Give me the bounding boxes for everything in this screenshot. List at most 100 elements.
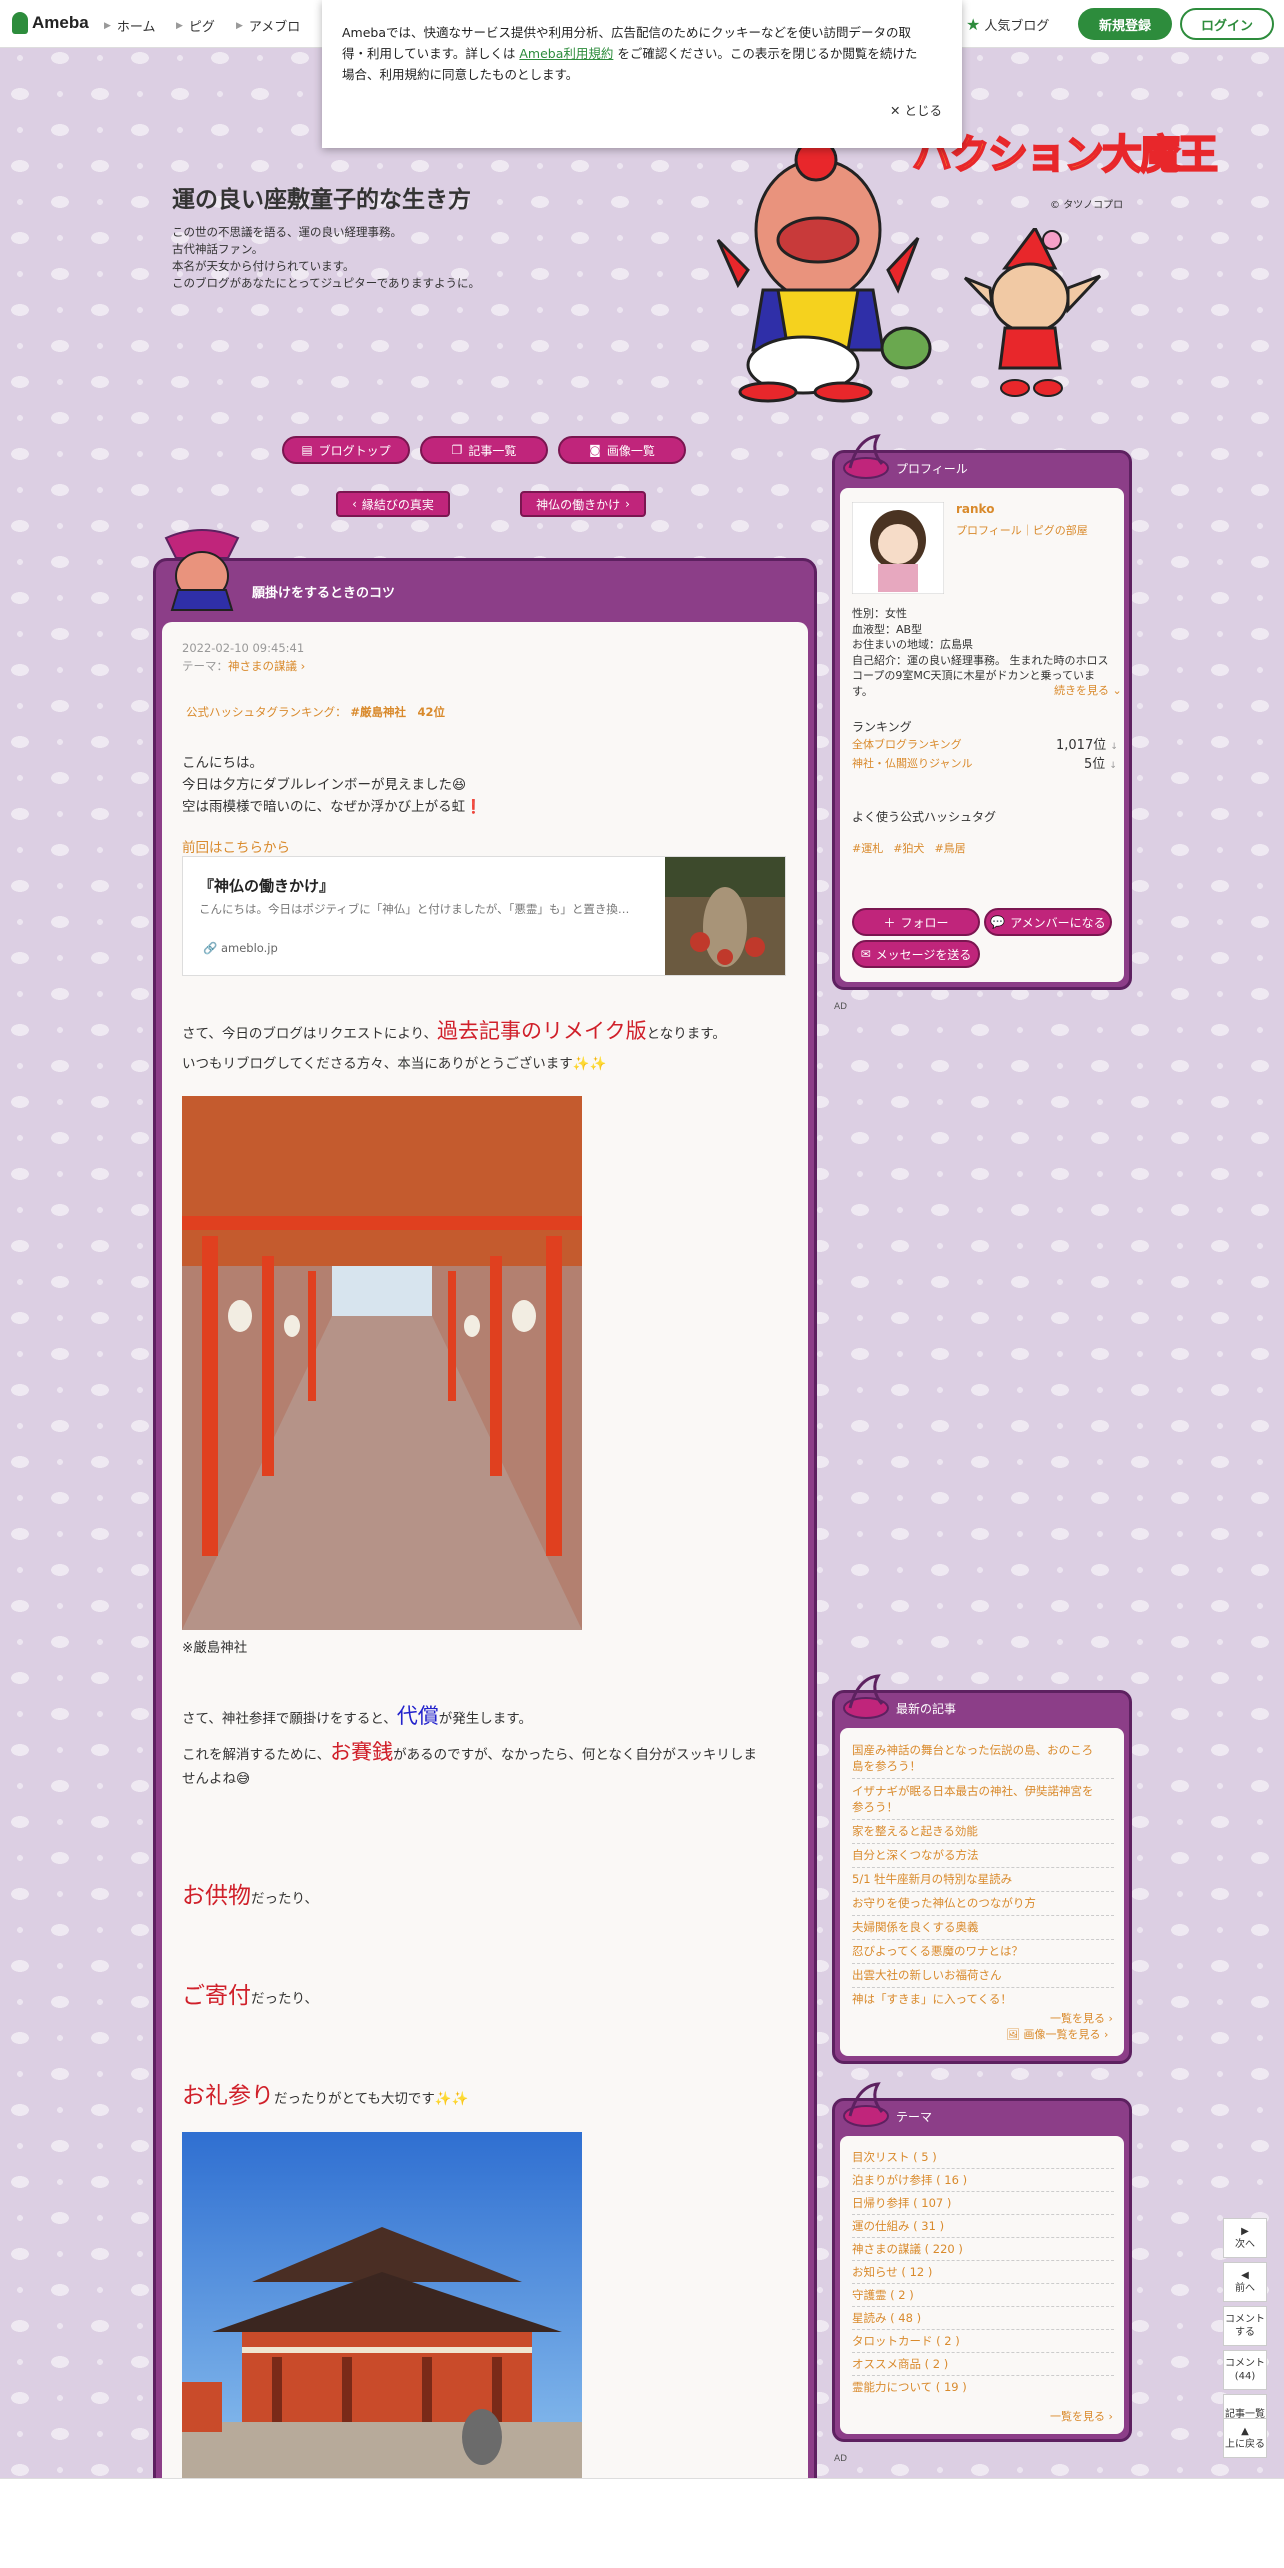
prev-entry-float[interactable]: ◀ 前へ — [1223, 2262, 1267, 2302]
nav-pigg[interactable]: ▶ ピグ — [176, 16, 215, 35]
link-card-desc: こんにちは。今日はポジティブに「神仏」と付けましたが、「悪霊」も」と置き換… — [199, 902, 630, 916]
hashtag-item[interactable]: #運札 — [852, 840, 883, 856]
image-list-link[interactable]: 🖼 画像一覧を見る › — [1006, 2026, 1108, 2042]
recent-item[interactable]: 家を整えると起きる効能 — [852, 1820, 1114, 1844]
profile-name[interactable]: ranko — [956, 502, 994, 516]
back-to-top-button[interactable]: ▲ 上に戻る — [1223, 2418, 1267, 2458]
osonae-text: お供物だったり、 — [182, 1883, 318, 1909]
theme-item[interactable]: 泊まりがけ参拝 ( 16 ) — [852, 2169, 1114, 2192]
profile-more-link[interactable]: 続きを見る ⌄ — [1054, 682, 1122, 698]
link-card-title: 『神仏の働きかけ』 — [199, 877, 335, 895]
message-button[interactable]: ✉ メッセージを送る — [852, 940, 980, 968]
profile-heading: プロフィール — [896, 462, 968, 476]
theme-item[interactable]: 目次リスト ( 5 ) — [852, 2146, 1114, 2169]
mail-icon: ✉ — [860, 947, 871, 961]
avatar[interactable] — [852, 502, 944, 594]
saisen-text: これを解消するために、お賽銭があるのですが、なかったら、何となく自分がスッキリし… — [182, 1740, 757, 1787]
recent-item[interactable]: 5/1 牡牛座新月の特別な星読み — [852, 1868, 1114, 1892]
cookie-close-button[interactable]: ✕ とじる — [890, 100, 942, 121]
hashtag-ranking[interactable]: 公式ハッシュタグランキング： #厳島神社 42位 — [186, 704, 445, 720]
comment-button[interactable]: コメント する — [1223, 2306, 1267, 2346]
recent-item[interactable]: 夫婦関係を良くする奥義 — [852, 1916, 1114, 1940]
recent-item[interactable]: イザナギが眠る日本最古の神社、伊奘諾神宮を 参ろう！ — [852, 1779, 1114, 1820]
triangle-right-icon: ▶ — [1241, 2226, 1249, 2237]
daisho-text: さて、神社参拝で願掛けをすると、代償が発生します。 — [182, 1704, 532, 1728]
theme-item[interactable]: 神さまの謀議 ( 220 ) — [852, 2238, 1114, 2261]
ad-label: AD — [834, 2454, 848, 2464]
theme-link[interactable]: 神さまの謀議 › — [228, 659, 305, 673]
article-title[interactable]: 願掛けをするときのコツ — [252, 582, 395, 601]
next-entry-float[interactable]: ▶ 次へ — [1223, 2218, 1267, 2258]
prev-article-link[interactable]: 前回はこちらから — [182, 836, 290, 856]
plus-icon: ＋ — [883, 915, 896, 930]
profile-links[interactable]: プロフィール｜ピグの部屋 — [956, 522, 1088, 538]
photo-caption: ※厳島神社 — [182, 1640, 248, 1656]
triangle-left-icon: ◀ — [1241, 2270, 1249, 2281]
theme-heading: テーマ — [896, 2110, 933, 2124]
nav-ameblo[interactable]: ▶ アメブロ — [236, 16, 300, 35]
theme-item[interactable]: お知らせ ( 12 ) — [852, 2261, 1114, 2284]
recent-list: 国産み神話の舞台となった伝説の島、おのころ 島を参ろう！ イザナギが眠る日本最古の… — [852, 1740, 1114, 2011]
signup-button[interactable]: 新規登録 — [1078, 8, 1172, 40]
ad-label: AD — [834, 1002, 848, 1012]
blog-title[interactable]: 運の良い座敷童子的な生き方 — [172, 180, 471, 214]
recent-item[interactable]: 自分と深くつながる方法 — [852, 1844, 1114, 1868]
login-button[interactable]: ログイン — [1180, 8, 1274, 40]
cookie-text-2: 得・利用しています。詳しくは — [342, 46, 520, 61]
arrow-down-icon: ↓ — [1109, 761, 1117, 771]
popular-blog-link[interactable]: ★ 人気ブログ — [966, 15, 1049, 34]
theme-item[interactable]: タロットカード ( 2 ) — [852, 2330, 1114, 2353]
entry-list-button[interactable]: ❐ 記事一覧 — [420, 436, 548, 464]
nav-home[interactable]: ▶ ホーム — [104, 16, 156, 35]
link-card[interactable]: 『神仏の働きかけ』 こんにちは。今日はポジティブに「神仏」と付けましたが、「悪霊… — [182, 856, 786, 976]
intro-text: こんにちは。 今日は夕方にダブルレインボーが見えました😆 空は雨模様で暗いのに、… — [182, 755, 482, 815]
next-entry-button[interactable]: 神仏の働きかけ › — [520, 491, 646, 517]
recent-item[interactable]: 神は「すきま」に入ってくる！ — [852, 1988, 1114, 2011]
cookie-text-1: Amebaでは、快適なサービス提供や利用分析、広告配信のためにクッキーなどを使い… — [342, 25, 912, 40]
blog-top-button[interactable]: ▤ ブログトップ — [282, 436, 410, 464]
chevron-down-icon: ⌄ — [1112, 684, 1122, 697]
theme-item[interactable]: オススメ商品 ( 2 ) — [852, 2353, 1114, 2376]
terms-link[interactable]: Ameba利用規約 — [519, 46, 613, 61]
rank-genre-label[interactable]: 神社・仏閣巡りジャンル — [852, 755, 972, 771]
prev-entry-button[interactable]: ‹ 縁結びの真実 — [336, 491, 450, 517]
chevron-left-icon: ‹ — [352, 497, 357, 511]
recent-heading: 最新の記事 — [896, 1702, 957, 1716]
copy-icon: ❐ — [451, 443, 463, 457]
ameba-logo[interactable]: Ameba — [12, 12, 89, 34]
lamp-icon — [843, 434, 889, 479]
shrine-corridor-photo — [182, 1096, 582, 1630]
rank-overall-label[interactable]: 全体ブログランキング — [852, 736, 962, 752]
star-icon: ★ — [966, 15, 981, 34]
cookie-text-4: 場合、利用規約に同意したものとします。 — [342, 67, 579, 82]
recent-more-link[interactable]: 一覧を見る › — [1050, 2010, 1113, 2026]
recent-item[interactable]: 出雲大社の新しいお福荷さん — [852, 1964, 1114, 1988]
chevron-right-icon: ▶ — [236, 20, 243, 31]
camera-icon: ◙ — [589, 443, 601, 457]
theme-item[interactable]: 星読み ( 48 ) — [852, 2307, 1114, 2330]
theme-more-link[interactable]: 一覧を見る › — [1050, 2408, 1113, 2424]
hashtag-item[interactable]: #狛犬 — [893, 840, 924, 856]
image-list-button[interactable]: ◙ 画像一覧 — [558, 436, 686, 464]
hashtag-item[interactable]: #鳥居 — [934, 840, 965, 856]
lamp-icon — [843, 2082, 889, 2127]
follow-button[interactable]: ＋フォロー — [852, 908, 980, 936]
theme-item[interactable]: 運の仕組み ( 31 ) — [852, 2215, 1114, 2238]
cookie-banner: Amebaでは、快適なサービス提供や利用分析、広告配信のためにクッキーなどを使い… — [322, 0, 962, 148]
close-icon: ✕ — [890, 103, 901, 118]
theme-item[interactable]: 日帰り参拝 ( 107 ) — [852, 2192, 1114, 2215]
theme-item[interactable]: 霊能力について ( 19 ) — [852, 2376, 1114, 2398]
theme-item[interactable]: 守護霊 ( 2 ) — [852, 2284, 1114, 2307]
recent-item[interactable]: 忍びよってくる悪魔のワナとは？ — [852, 1940, 1114, 1964]
remake-text: さて、今日のブログはリクエストにより、過去記事のリメイク版となります。 — [182, 1019, 726, 1043]
article-date: 2022-02-10 09:45:41 — [182, 641, 305, 655]
recent-item[interactable]: 国産み神話の舞台となった伝説の島、おのころ 島を参ろう！ — [852, 1740, 1114, 1779]
lamp-icon — [843, 1674, 889, 1719]
link-card-site: 🔗 ameblo.jp — [203, 941, 278, 955]
amember-button[interactable]: 💬 アメンバーになる — [984, 908, 1112, 936]
comment-count-button[interactable]: コメント (44) — [1223, 2350, 1267, 2390]
banner-copyright: © タツノコプロ — [1050, 200, 1124, 211]
akubi-mascot-image — [963, 228, 1102, 397]
recent-item[interactable]: お守りを使った神仏とのつながり方 — [852, 1892, 1114, 1916]
theme-list: 目次リスト ( 5 ) 泊まりがけ参拝 ( 16 ) 日帰り参拝 ( 107 )… — [852, 2146, 1114, 2398]
